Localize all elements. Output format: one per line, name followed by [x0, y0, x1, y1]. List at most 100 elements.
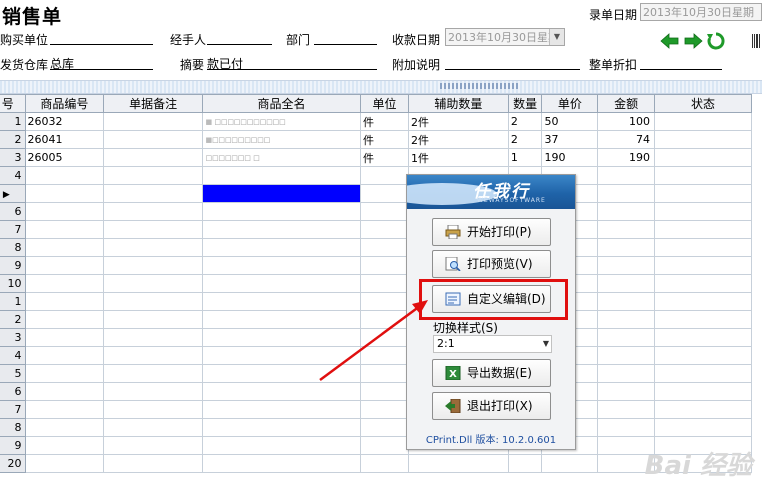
empty-cell[interactable] — [103, 202, 204, 221]
empty-cell[interactable] — [408, 454, 509, 473]
cell-qty[interactable]: 2 — [507, 112, 543, 131]
empty-cell[interactable] — [597, 220, 655, 239]
empty-cell[interactable] — [359, 400, 410, 419]
empty-cell[interactable] — [597, 184, 655, 203]
empty-cell[interactable] — [653, 346, 753, 365]
empty-cell[interactable] — [202, 274, 361, 293]
table-row[interactable]: 8 — [0, 238, 753, 257]
cell-code[interactable]: 26041 — [24, 130, 105, 149]
arrow-right-icon[interactable] — [683, 32, 703, 50]
empty-cell[interactable] — [597, 418, 655, 437]
empty-cell[interactable] — [359, 418, 410, 437]
empty-cell[interactable] — [24, 346, 105, 365]
empty-cell[interactable] — [103, 274, 204, 293]
cell-status[interactable] — [653, 148, 753, 167]
cell-note[interactable] — [103, 148, 204, 167]
empty-cell[interactable] — [24, 256, 105, 275]
splitter-bar[interactable] — [0, 80, 762, 94]
warehouse-field[interactable]: 总库 — [50, 55, 153, 70]
switch-style-select[interactable]: 2:1 ▼ — [433, 335, 552, 353]
cell-amount[interactable]: 100 — [597, 112, 655, 131]
table-row[interactable]: 20 — [0, 454, 753, 473]
cell-aux-qty[interactable]: 1件 — [408, 148, 509, 167]
cell-price[interactable]: 190 — [541, 148, 599, 167]
empty-cell[interactable] — [507, 454, 543, 473]
col-header-no[interactable]: 号 — [0, 94, 26, 113]
empty-cell[interactable] — [103, 418, 204, 437]
cell-qty[interactable]: 1 — [507, 148, 543, 167]
cell-note[interactable] — [103, 112, 204, 131]
empty-cell[interactable] — [103, 454, 204, 473]
empty-cell[interactable] — [24, 274, 105, 293]
empty-cell[interactable] — [24, 364, 105, 383]
empty-cell[interactable] — [653, 400, 753, 419]
table-row[interactable]: 10 — [0, 274, 753, 293]
cell-unit[interactable]: 件 — [359, 130, 410, 149]
col-header-unit[interactable]: 单位 — [359, 94, 410, 113]
empty-cell[interactable] — [653, 292, 753, 311]
cell-status[interactable] — [653, 112, 753, 131]
empty-cell[interactable] — [541, 454, 599, 473]
barcode-icon[interactable] — [752, 34, 762, 48]
empty-cell[interactable] — [597, 274, 655, 293]
empty-cell[interactable] — [103, 292, 204, 311]
empty-cell[interactable] — [597, 202, 655, 221]
refresh-icon[interactable] — [706, 31, 726, 51]
empty-cell[interactable] — [597, 328, 655, 347]
empty-cell[interactable] — [653, 202, 753, 221]
empty-cell[interactable] — [103, 256, 204, 275]
empty-cell[interactable] — [24, 454, 105, 473]
table-row[interactable]: 5 ▶ — [0, 184, 753, 203]
handler-field[interactable] — [207, 30, 272, 45]
empty-cell[interactable] — [103, 184, 204, 203]
empty-cell[interactable] — [24, 328, 105, 347]
empty-cell[interactable] — [24, 184, 105, 203]
empty-cell[interactable] — [103, 328, 204, 347]
exit-print-button[interactable]: 退出打印(X) — [432, 392, 551, 420]
empty-cell[interactable] — [597, 310, 655, 329]
cell-aux-qty[interactable]: 2件 — [408, 112, 509, 131]
col-header-name[interactable]: 商品全名 — [202, 94, 361, 113]
table-row[interactable]: 9 — [0, 256, 753, 275]
empty-cell[interactable] — [653, 220, 753, 239]
empty-cell[interactable] — [597, 382, 655, 401]
print-preview-button[interactable]: 打印预览(V) — [432, 250, 551, 278]
empty-cell[interactable] — [359, 184, 410, 203]
empty-cell[interactable] — [24, 382, 105, 401]
record-date-field[interactable]: 2013年10月30日星期 — [640, 3, 762, 21]
empty-cell[interactable] — [202, 220, 361, 239]
summary-field[interactable]: 款已付 — [207, 55, 377, 70]
col-header-note[interactable]: 单据备注 — [103, 94, 204, 113]
cell-amount[interactable]: 74 — [597, 130, 655, 149]
empty-cell[interactable] — [202, 454, 361, 473]
empty-cell[interactable] — [653, 328, 753, 347]
empty-cell[interactable] — [24, 238, 105, 257]
empty-cell[interactable] — [653, 310, 753, 329]
empty-cell[interactable] — [103, 436, 204, 455]
chevron-down-icon[interactable]: ▼ — [543, 336, 549, 352]
empty-cell[interactable] — [24, 400, 105, 419]
empty-cell[interactable] — [24, 220, 105, 239]
empty-cell[interactable] — [597, 166, 655, 185]
empty-cell[interactable] — [24, 166, 105, 185]
cell-name[interactable]: ▪▫▫▫▫▫▫▫▫▫ — [202, 130, 361, 149]
empty-cell[interactable] — [202, 202, 361, 221]
empty-cell[interactable] — [103, 310, 204, 329]
cell-unit[interactable]: 件 — [359, 148, 410, 167]
empty-cell[interactable] — [24, 292, 105, 311]
empty-cell[interactable] — [597, 256, 655, 275]
empty-cell[interactable] — [653, 382, 753, 401]
empty-cell[interactable] — [202, 256, 361, 275]
cell-name[interactable]: ▫▫▫▫▫▫▫ ▫ — [202, 148, 361, 167]
empty-cell[interactable] — [103, 364, 204, 383]
col-header-amount[interactable]: 金额 — [597, 94, 655, 113]
col-header-status[interactable]: 状态 — [653, 94, 753, 113]
empty-cell[interactable] — [202, 400, 361, 419]
empty-cell[interactable] — [653, 256, 753, 275]
empty-cell[interactable] — [653, 418, 753, 437]
cell-note[interactable] — [103, 130, 204, 149]
cell-amount[interactable]: 190 — [597, 148, 655, 167]
arrow-left-icon[interactable] — [660, 32, 680, 50]
cell-qty[interactable]: 2 — [507, 130, 543, 149]
empty-cell[interactable] — [359, 436, 410, 455]
